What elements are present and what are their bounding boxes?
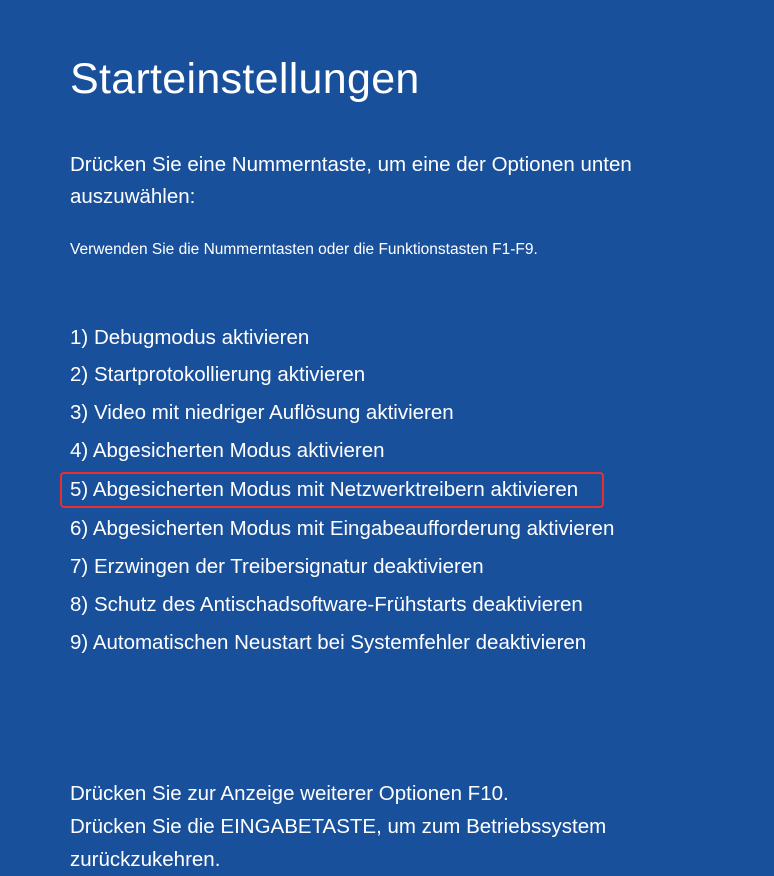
option-7[interactable]: 7) Erzwingen der Treibersignatur deaktiv… [70, 548, 704, 586]
option-6[interactable]: 6) Abgesicherten Modus mit Eingabeauffor… [70, 510, 704, 548]
option-9[interactable]: 9) Automatischen Neustart bei Systemfehl… [70, 624, 704, 662]
page-title: Starteinstellungen [70, 55, 704, 104]
footer-line-2: Drücken Sie die EINGABETASTE, um zum Bet… [70, 810, 704, 876]
instruction-text: Drücken Sie eine Nummerntaste, um eine d… [70, 149, 704, 213]
option-3[interactable]: 3) Video mit niedriger Auflösung aktivie… [70, 394, 704, 432]
footer-line-1: Drücken Sie zur Anzeige weiterer Optione… [70, 777, 704, 810]
footer-text: Drücken Sie zur Anzeige weiterer Optione… [70, 777, 704, 876]
option-4[interactable]: 4) Abgesicherten Modus aktivieren [70, 432, 704, 470]
option-8[interactable]: 8) Schutz des Antischadsoftware-Frühstar… [70, 586, 704, 624]
option-5[interactable]: 5) Abgesicherten Modus mit Netzwerktreib… [70, 470, 704, 510]
options-list: 1) Debugmodus aktivieren 2) Startprotoko… [70, 319, 704, 662]
highlighted-option: 5) Abgesicherten Modus mit Netzwerktreib… [60, 472, 604, 508]
option-1[interactable]: 1) Debugmodus aktivieren [70, 319, 704, 357]
hint-text: Verwenden Sie die Nummerntasten oder die… [70, 241, 704, 259]
option-2[interactable]: 2) Startprotokollierung aktivieren [70, 356, 704, 394]
